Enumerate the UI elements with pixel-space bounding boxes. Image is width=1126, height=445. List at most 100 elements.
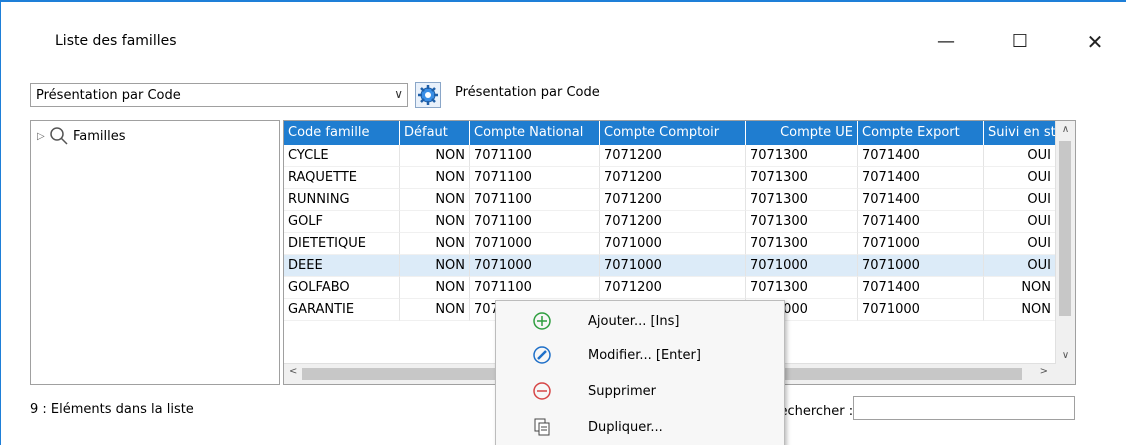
cell-defaut: NON (400, 189, 470, 211)
cell-compte-national: 7071100 (470, 211, 600, 233)
cell-compte-export: 7071000 (858, 233, 984, 255)
cell-code-famille: RUNNING (284, 189, 400, 211)
menu-item-ajouter[interactable]: Ajouter... [Ins] (496, 307, 784, 335)
cell-compte-comptoir: 7071000 (600, 255, 746, 277)
cell-compte-ue: 7071300 (746, 189, 858, 211)
cell-compte-export: 7071400 (858, 211, 984, 233)
gear-icon (418, 85, 438, 105)
presentation-label: Présentation par Code (455, 85, 600, 100)
scrollbar-corner (1056, 364, 1075, 384)
table-row[interactable]: GOLF NON 7071100 7071200 7071300 7071400 OUI (284, 211, 1056, 233)
minimize-button[interactable]: — (926, 27, 966, 57)
cell-compte-ue: 7071300 (746, 167, 858, 189)
scroll-up-icon[interactable]: ∧ (1056, 124, 1075, 135)
cell-compte-comptoir: 7071200 (600, 277, 746, 299)
column-header-code-famille[interactable]: Code famille (284, 121, 400, 145)
chevron-down-icon: ∨ (394, 87, 403, 101)
cell-defaut: NON (400, 167, 470, 189)
presentation-settings-button[interactable] (415, 82, 441, 108)
cell-compte-comptoir: 7071000 (600, 233, 746, 255)
table-row[interactable]: RUNNING NON 7071100 7071200 7071300 7071400 OU… (284, 189, 1056, 211)
cell-suivi: OUI (984, 189, 1056, 211)
window-title: Liste des familles (55, 33, 177, 49)
table-row[interactable]: DIETETIQUE NON 7071000 7071000 7071300 707100… (284, 233, 1056, 255)
cell-suivi: NON (984, 277, 1056, 299)
cell-defaut: NON (400, 145, 470, 167)
tree-node-label: Familles (73, 128, 126, 144)
cell-code-famille: GOLFABO (284, 277, 400, 299)
cell-compte-comptoir: 7071200 (600, 167, 746, 189)
table-row[interactable]: CYCLE NON 7071100 7071200 7071300 7071400 OUI (284, 145, 1056, 167)
cell-compte-national: 7071100 (470, 277, 600, 299)
edit-icon (533, 346, 551, 364)
table-row[interactable]: GOLFABO NON 7071100 7071200 7071300 7071400 NO… (284, 277, 1056, 299)
menu-item-dupliquer[interactable]: Dupliquer... (496, 413, 784, 441)
table-row[interactable]: DEEE NON 7071000 7071000 7071000 7071000 OUI (284, 255, 1056, 277)
scroll-left-icon[interactable]: < (289, 366, 297, 377)
cell-compte-export: 7071400 (858, 167, 984, 189)
window: Liste des familles — ☐ ✕ Présentation pa… (0, 0, 1126, 445)
cell-compte-comptoir: 7071200 (600, 211, 746, 233)
maximize-button[interactable]: ☐ (1000, 27, 1040, 57)
cell-compte-national: 7071000 (470, 233, 600, 255)
cell-compte-national: 7071100 (470, 145, 600, 167)
cell-compte-comptoir: 7071200 (600, 189, 746, 211)
cell-code-famille: DEEE (284, 255, 400, 277)
column-header-suivi[interactable]: Suivi en st (984, 121, 1056, 145)
column-header-compte-ue[interactable]: Compte UE (746, 121, 858, 145)
cell-compte-national: 7071100 (470, 167, 600, 189)
column-header-compte-export[interactable]: Compte Export (858, 121, 984, 145)
menu-item-modifier[interactable]: Modifier... [Enter] (496, 341, 784, 369)
scroll-right-icon[interactable]: > (1040, 366, 1048, 377)
cell-code-famille: CYCLE (284, 145, 400, 167)
column-header-defaut[interactable]: Défaut (400, 121, 470, 145)
cell-compte-export: 7071000 (858, 255, 984, 277)
item-count: 9 : Eléments dans la liste (30, 402, 194, 417)
column-header-compte-national[interactable]: Compte National (470, 121, 600, 145)
presentation-select[interactable]: Présentation par Code ∨ (30, 83, 408, 107)
add-icon (533, 312, 551, 330)
title-bar: Liste des familles — ☐ ✕ (1, 2, 1126, 54)
table-body: CYCLE NON 7071100 7071200 7071300 7071400 OUI R… (284, 145, 1056, 321)
cell-compte-ue: 7071300 (746, 211, 858, 233)
vertical-scroll-thumb[interactable] (1059, 141, 1071, 316)
table-row[interactable]: RAQUETTE NON 7071100 7071200 7071300 7071400 O… (284, 167, 1056, 189)
cell-compte-export: 7071000 (858, 299, 984, 321)
cell-compte-export: 7071400 (858, 145, 984, 167)
menu-item-supprimer[interactable]: Supprimer (496, 377, 784, 405)
context-menu: Ajouter... [Ins] Modifier... [Enter] Sup… (495, 300, 785, 445)
cell-compte-ue: 7071300 (746, 277, 858, 299)
cell-suivi: OUI (984, 255, 1056, 277)
menu-item-label: Ajouter... [Ins] (588, 313, 680, 329)
cell-compte-ue: 7071300 (746, 145, 858, 167)
cell-compte-export: 7071400 (858, 277, 984, 299)
cell-suivi: OUI (984, 145, 1056, 167)
cell-code-famille: GARANTIE (284, 299, 400, 321)
cell-compte-ue: 7071300 (746, 233, 858, 255)
cell-defaut: NON (400, 211, 470, 233)
cell-defaut: NON (400, 233, 470, 255)
cell-defaut: NON (400, 255, 470, 277)
cell-defaut: NON (400, 277, 470, 299)
cell-code-famille: DIETETIQUE (284, 233, 400, 255)
cell-compte-national: 7071100 (470, 189, 600, 211)
family-tree: ▷ Familles (30, 120, 280, 385)
cell-defaut: NON (400, 299, 470, 321)
table-header: Code famille Défaut Compte National Comp… (284, 121, 1056, 145)
delete-icon (533, 382, 551, 400)
search-icon (50, 127, 68, 145)
cell-suivi: OUI (984, 167, 1056, 189)
expand-icon[interactable]: ▷ (37, 131, 49, 142)
menu-item-label: Supprimer (588, 383, 656, 399)
close-button[interactable]: ✕ (1075, 27, 1115, 57)
tree-node-familles[interactable]: ▷ Familles (37, 125, 126, 147)
scroll-down-icon[interactable]: ∨ (1056, 350, 1075, 361)
presentation-select-value: Présentation par Code (36, 88, 181, 103)
vertical-scrollbar[interactable]: ∧ ∨ (1055, 121, 1075, 364)
cell-suivi: OUI (984, 233, 1056, 255)
search-input[interactable] (853, 396, 1075, 420)
column-header-compte-comptoir[interactable]: Compte Comptoir (600, 121, 746, 145)
cell-compte-national: 7071000 (470, 255, 600, 277)
cell-code-famille: GOLF (284, 211, 400, 233)
cell-suivi: OUI (984, 211, 1056, 233)
